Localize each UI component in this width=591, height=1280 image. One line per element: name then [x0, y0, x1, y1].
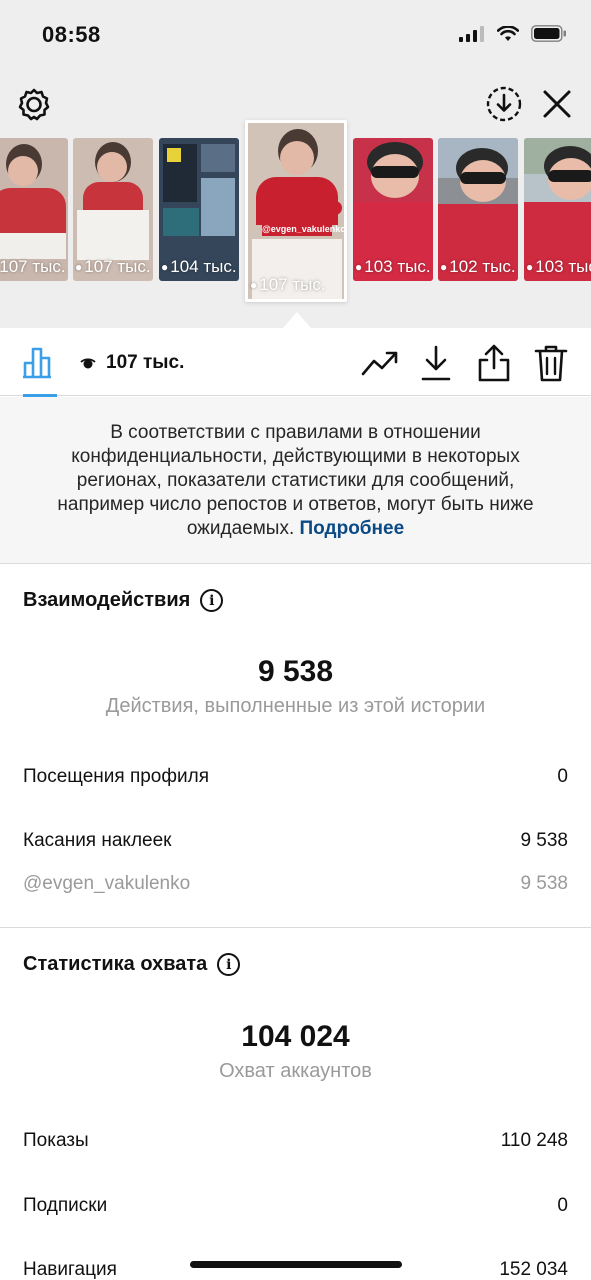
share-icon[interactable]: [474, 342, 514, 384]
row-value: 110 248: [500, 1130, 568, 1151]
status-icons: [459, 25, 567, 42]
row-label: Подписки: [23, 1195, 108, 1216]
story-thumbnail-selected[interactable]: @evgen_vakulenko ● 107 тыс.: [245, 120, 347, 302]
thumbnail-views: ●103 тыс.: [355, 257, 431, 276]
home-indicator[interactable]: [190, 1261, 402, 1268]
learn-more-link[interactable]: Подробнее: [300, 518, 405, 539]
row-value: 0: [557, 766, 568, 787]
info-icon[interactable]: i: [217, 953, 241, 976]
thumbnail-views: ● 104 тыс.: [161, 257, 237, 276]
thumbnail-views: ● 102 тыс.: [440, 257, 516, 276]
row-value: 9 538: [520, 830, 568, 851]
story-thumbnail[interactable]: ●107 тыс.: [73, 138, 153, 281]
privacy-notice: В соответствии с правилами в отношении к…: [0, 397, 591, 564]
reach-row: Подписки 0: [23, 1195, 568, 1217]
row-value: 0: [557, 1195, 568, 1216]
reach-title: Статистика охвата: [23, 953, 208, 975]
row-label: Показы: [23, 1130, 89, 1151]
reach-row: Показы 110 248: [23, 1130, 568, 1152]
row-value: 152 034: [499, 1259, 568, 1280]
story-views-count: 107 тыс.: [80, 352, 184, 374]
interactions-title: Взаимодействия: [23, 589, 191, 611]
story-thumbnail[interactable]: ●107 тыс.: [0, 138, 68, 281]
trash-icon[interactable]: [532, 342, 570, 384]
row-label: @evgen_vakulenko: [23, 873, 191, 894]
story-thumbnail[interactable]: ●103 тыс.: [524, 138, 591, 281]
story-sticker-mention: @evgen_vakulenko: [262, 223, 346, 236]
privacy-notice-text: В соответствии с правилами в отношении к…: [57, 422, 534, 539]
reach-title-row: Статистика охвата i: [23, 953, 241, 976]
story-thumbnail[interactable]: ●103 тыс.: [353, 138, 433, 281]
info-icon[interactable]: i: [200, 589, 224, 612]
interactions-title-row: Взаимодействия i: [23, 589, 224, 612]
reach-caption: Охват аккаунтов: [219, 1060, 372, 1082]
close-icon[interactable]: [540, 87, 574, 121]
status-time: 08:58: [42, 22, 101, 47]
section-divider: [0, 927, 591, 928]
thumbnail-views: ●103 тыс.: [526, 257, 591, 276]
interaction-row: Касания наклеек 9 538: [23, 830, 568, 852]
wifi-icon: [497, 25, 519, 41]
interactions-caption: Действия, выполненные из этой истории: [105, 695, 486, 717]
download-icon[interactable]: [418, 343, 454, 383]
row-label: Касания наклеек: [23, 830, 172, 851]
story-thumbnail[interactable]: ● 104 тыс.: [159, 138, 239, 281]
row-value: 9 538: [520, 873, 568, 894]
row-label: Посещения профиля: [23, 766, 209, 787]
status-bar: 08:58: [0, 0, 591, 72]
thumbnail-views: ●107 тыс.: [250, 275, 326, 294]
reach-total: 104 024: [241, 1020, 350, 1053]
row-label: Навигация: [23, 1259, 117, 1280]
cellular-signal-icon: [459, 25, 484, 42]
story-thumbnail[interactable]: ● 102 тыс.: [438, 138, 518, 281]
story-thumbnails-strip[interactable]: ●107 тыс. ●107 тыс. ●104 тыс. @evgen_vak…: [0, 120, 591, 310]
selection-caret: [283, 312, 311, 328]
interaction-row: Посещения профиля 0: [23, 766, 568, 788]
download-circle-icon[interactable]: [486, 86, 522, 122]
thumbnail-views: ●107 тыс.: [75, 257, 151, 276]
bar-chart-icon[interactable]: [22, 344, 58, 380]
eye-icon: [80, 358, 96, 369]
battery-icon: [531, 25, 566, 42]
thumbnail-views: ●107 тыс.: [0, 257, 66, 276]
interaction-subrow: @evgen_vakulenko 9 538: [23, 873, 568, 895]
interactions-total: 9 538: [257, 655, 334, 688]
trend-up-icon[interactable]: [360, 345, 400, 381]
settings-gear-icon[interactable]: [16, 86, 52, 122]
